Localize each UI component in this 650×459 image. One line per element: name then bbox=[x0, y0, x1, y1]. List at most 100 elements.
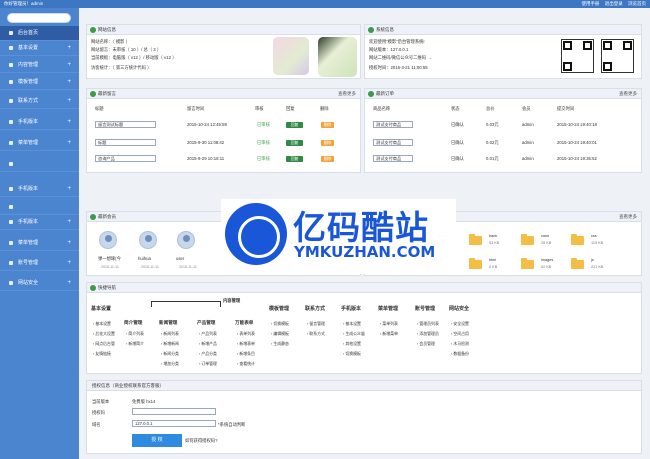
quicknav-link[interactable]: › 简介列表 bbox=[126, 331, 144, 337]
order-name-field[interactable]: 测试支付商品 bbox=[373, 139, 413, 146]
quicknav-link[interactable]: › 新增菜单 bbox=[380, 331, 398, 337]
view-site-link[interactable]: 浏览首页 bbox=[628, 1, 646, 6]
folder-icon[interactable] bbox=[521, 258, 534, 269]
quicknav-link[interactable]: › 后花大设置 bbox=[93, 331, 115, 337]
file-name[interactable]: js bbox=[591, 258, 594, 262]
folder-icon[interactable] bbox=[469, 234, 482, 245]
quicknav-heading[interactable]: 联系方式 bbox=[305, 305, 325, 312]
expand-plus-icon[interactable]: + bbox=[67, 94, 71, 109]
file-name[interactable]: conn bbox=[541, 234, 549, 238]
quicknav-link[interactable]: › 新增条目 bbox=[237, 351, 255, 357]
sidebar-item[interactable] bbox=[0, 157, 79, 172]
delete-button[interactable]: 删除 bbox=[321, 122, 334, 128]
sidebar-item[interactable]: 联系方式 + bbox=[0, 94, 79, 109]
avatar[interactable] bbox=[139, 231, 157, 249]
message-title-field[interactable]: 咨询产品 bbox=[95, 155, 156, 162]
authorize-button[interactable]: 授 权 bbox=[132, 434, 182, 447]
quicknav-link[interactable]: › 数据备份 bbox=[451, 351, 469, 357]
view-more-link[interactable]: 查看更多 bbox=[619, 212, 637, 222]
folder-icon[interactable] bbox=[571, 234, 584, 245]
quicknav-link[interactable]: › 切换模板 bbox=[271, 321, 289, 327]
view-more-link[interactable]: 查看更多 bbox=[338, 89, 356, 99]
quicknav-link[interactable]: › 产品分类 bbox=[199, 351, 217, 357]
reply-button[interactable]: 回复 bbox=[286, 122, 303, 128]
quicknav-link[interactable]: › 新增产品 bbox=[199, 341, 217, 347]
quicknav-link[interactable]: › 安全设置 bbox=[451, 321, 469, 327]
domain-input[interactable]: 127.0.0.1 bbox=[132, 420, 216, 427]
file-name[interactable]: images bbox=[541, 258, 553, 262]
file-name[interactable]: bank bbox=[489, 234, 497, 238]
expand-plus-icon[interactable]: + bbox=[67, 256, 71, 271]
quicknav-heading[interactable]: 新闻管理 bbox=[159, 320, 177, 326]
quicknav-link[interactable]: › 新增表单 bbox=[237, 341, 255, 347]
quicknav-link[interactable]: › 联系方式 bbox=[307, 331, 325, 337]
auth-code-input[interactable] bbox=[132, 408, 216, 415]
quicknav-link[interactable]: › 网点后台管 bbox=[93, 341, 115, 347]
quicknav-link[interactable]: › 基本设置 bbox=[343, 321, 361, 327]
quicknav-link[interactable]: › 新增简介 bbox=[126, 341, 144, 347]
quicknav-link[interactable]: › 编辑模板 bbox=[271, 331, 289, 337]
expand-plus-icon[interactable]: + bbox=[67, 215, 71, 230]
expand-plus-icon[interactable]: + bbox=[67, 58, 71, 73]
quicknav-link[interactable]: › 订单管理 bbox=[199, 361, 217, 367]
message-title-field[interactable]: 留言测试标题 bbox=[95, 121, 156, 128]
how-to-get-code-link[interactable]: 如何获得授权码? bbox=[185, 438, 217, 444]
quicknav-link[interactable]: › 管理员列表 bbox=[417, 321, 439, 327]
expand-plus-icon[interactable]: + bbox=[67, 115, 71, 130]
sidebar-item[interactable]: 后台首页 bbox=[0, 26, 79, 41]
quicknav-link[interactable]: › 菜单列表 bbox=[380, 321, 398, 327]
folder-icon[interactable] bbox=[469, 258, 482, 269]
quicknav-link[interactable]: › 生成公众量 bbox=[343, 331, 365, 337]
quicknav-heading[interactable]: 产品管理 bbox=[197, 320, 215, 326]
quicknav-link[interactable]: › 添加管理员 bbox=[417, 331, 439, 337]
quicknav-link[interactable]: › 新闻列表 bbox=[161, 331, 179, 337]
view-more-link[interactable]: 查看更多 bbox=[619, 89, 637, 99]
sidebar-item[interactable]: 菜单管理 + bbox=[0, 136, 79, 151]
quicknav-heading[interactable]: 万能表单 bbox=[235, 320, 253, 326]
delete-button[interactable]: 删除 bbox=[321, 156, 334, 162]
sidebar-item[interactable]: 手机版本 + bbox=[0, 115, 79, 130]
sidebar-item[interactable]: 菜单管理 + bbox=[0, 236, 79, 251]
quicknav-heading[interactable]: 菜单管理 bbox=[378, 305, 398, 312]
quicknav-heading[interactable]: 网站安全 bbox=[449, 305, 469, 312]
quicknav-heading[interactable]: 账号管理 bbox=[415, 305, 435, 312]
folder-icon[interactable] bbox=[521, 234, 534, 245]
template-thumbnail-pc[interactable] bbox=[273, 37, 309, 75]
sidebar-item[interactable]: 手机版本 + bbox=[0, 182, 79, 197]
template-thumbnail-mobile[interactable] bbox=[318, 37, 357, 77]
sidebar-item[interactable]: 手机版本 + bbox=[0, 215, 79, 230]
sidebar-item[interactable]: 网站安全 + bbox=[0, 276, 79, 291]
sidebar-item[interactable] bbox=[0, 200, 79, 215]
quicknav-link[interactable]: › 会员管理 bbox=[417, 341, 435, 347]
quicknav-link[interactable]: › 空间占用 bbox=[451, 331, 469, 337]
content-management-root[interactable]: 内容管理 bbox=[223, 298, 240, 304]
sidebar-item[interactable]: 内容管理 + bbox=[0, 58, 79, 73]
file-name[interactable]: css bbox=[591, 234, 597, 238]
expand-plus-icon[interactable]: + bbox=[67, 136, 71, 151]
order-name-field[interactable]: 测试支付商品 bbox=[373, 121, 413, 128]
folder-icon[interactable] bbox=[571, 258, 584, 269]
expand-plus-icon[interactable]: + bbox=[67, 75, 71, 90]
quicknav-heading[interactable]: 手机版本 bbox=[341, 305, 361, 312]
sidebar-item[interactable]: 模板管理 + bbox=[0, 75, 79, 90]
logout-link[interactable]: 退出登录 bbox=[605, 1, 623, 6]
quicknav-link[interactable]: › 表单列表 bbox=[237, 331, 255, 337]
expand-plus-icon[interactable]: + bbox=[67, 276, 71, 291]
quicknav-link[interactable]: › 木马检测 bbox=[451, 341, 469, 347]
expand-plus-icon[interactable]: + bbox=[67, 182, 71, 197]
quicknav-link[interactable]: › 基本设置 bbox=[93, 321, 111, 327]
reply-button[interactable]: 回复 bbox=[286, 156, 303, 162]
quicknav-link[interactable]: › 新增新闻 bbox=[161, 341, 179, 347]
order-name-field[interactable]: 测试支付商品 bbox=[373, 155, 413, 162]
quicknav-link[interactable]: › 查看统计 bbox=[237, 361, 255, 367]
avatar[interactable] bbox=[99, 231, 117, 249]
quicknav-link[interactable]: › 友情链接 bbox=[93, 351, 111, 357]
quicknav-heading[interactable]: 基本设置 bbox=[91, 305, 111, 312]
message-title-field[interactable]: 标题 bbox=[95, 139, 156, 146]
sidebar-item[interactable]: 账号管理 + bbox=[0, 256, 79, 271]
quicknav-link[interactable]: › 其他设置 bbox=[343, 341, 361, 347]
quicknav-link[interactable]: › 切换模板 bbox=[343, 351, 361, 357]
quicknav-link[interactable]: › 增加分类 bbox=[161, 361, 179, 367]
quicknav-link[interactable]: › 生成静态 bbox=[271, 341, 289, 347]
expand-plus-icon[interactable]: + bbox=[67, 236, 71, 251]
